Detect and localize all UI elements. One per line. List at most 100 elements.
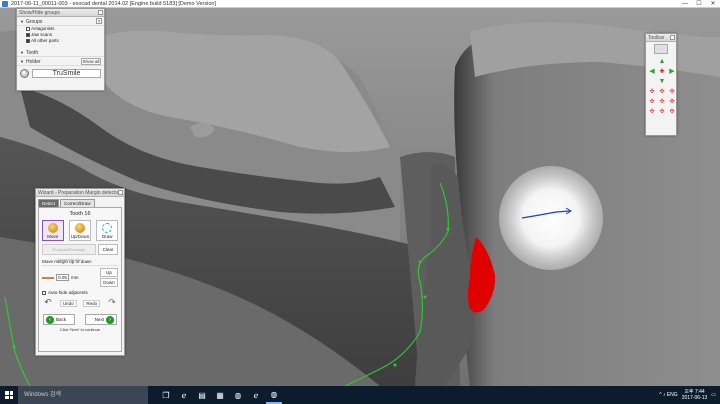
undo-arrow-icon[interactable]: ↶ — [43, 298, 53, 308]
panel-pin-icon[interactable] — [98, 10, 103, 15]
view-bottom-icon[interactable]: ✣ — [657, 106, 667, 116]
view-left-icon[interactable]: ✣ — [647, 96, 657, 106]
app-icon — [2, 0, 8, 7]
move-up-button[interactable]: Up — [100, 268, 118, 277]
checkbox-checked[interactable] — [26, 33, 30, 37]
holder-section-header[interactable]: ▼ Holder Show all — [17, 57, 104, 66]
view-top-icon[interactable]: ✣ — [657, 86, 667, 96]
windows-taskbar: Windows 검색 ❐ ℯ ▤ ▦ ◍ ℯ ◍ ^ ♪ ENG 오후 7:44… — [0, 386, 720, 404]
group-item-label: Antagonists — [31, 26, 55, 31]
next-arrow-icon: › — [106, 315, 114, 324]
search-placeholder: Windows 검색 — [24, 392, 62, 398]
groups-section-label: Groups — [25, 19, 43, 25]
help-button[interactable]: ? — [96, 18, 102, 24]
groups-panel-caption[interactable]: Show/Hide groups — [17, 9, 104, 17]
toolbar-title: Toolbar — [648, 35, 665, 41]
windows-logo-icon — [5, 391, 13, 399]
groups-section-header[interactable]: ▼ Groups ? — [17, 17, 104, 26]
window-title: 2017-06-11_00011-003 - exocad dental 201… — [11, 0, 216, 7]
edge-browser-icon[interactable]: ℯ — [176, 386, 192, 404]
redo-button[interactable]: Redo — [83, 299, 101, 307]
trusmile-row: TruSmile — [17, 66, 104, 80]
clock[interactable]: 오후 7:44 2017-06-13 — [682, 389, 708, 401]
draw-icon — [102, 223, 113, 233]
view-bottom-left-icon[interactable]: ✣ — [647, 106, 657, 116]
taskbar-search[interactable]: Windows 검색 — [18, 386, 148, 404]
minimize-button[interactable]: — — [678, 0, 692, 8]
collapse-triangle-icon: ▼ — [20, 59, 24, 64]
clock-date: 2017-06-13 — [681, 395, 708, 401]
auto-hide-label: Auto-hide adjacents — [48, 290, 88, 295]
arrow-down-icon[interactable]: ▼ — [657, 76, 667, 86]
trusmile-button[interactable]: TruSmile — [32, 68, 101, 78]
panel-pin-icon[interactable] — [670, 35, 675, 40]
tool-label: Move — [47, 234, 59, 239]
up-down-tool-button[interactable]: Up/Down — [68, 220, 91, 241]
tray-icons[interactable]: ^ ♪ ENG — [659, 392, 677, 398]
back-label: Back — [56, 317, 67, 322]
maximize-button[interactable]: ☐ — [692, 0, 706, 8]
view-toolbar-panel: Toolbar ▲ ◀ ✚ ▶ ▼ ✣ ✣ ✣ ✣ ✣ ✣ ✣ ✣ ✣ — [645, 33, 677, 136]
move-icon — [47, 223, 58, 233]
view-cube-icon[interactable] — [654, 44, 668, 54]
view-bottom-right-icon[interactable]: ✣ — [667, 106, 677, 116]
next-hint: Click 'Next' to continue — [59, 327, 101, 332]
system-tray: ^ ♪ ENG 오후 7:44 2017-06-13 ▭ — [659, 389, 720, 401]
store-icon[interactable]: ▦ — [212, 386, 228, 404]
undo-button[interactable]: Undo — [59, 299, 77, 307]
panel-pin-icon[interactable] — [118, 190, 123, 195]
close-button[interactable]: ✕ — [706, 0, 720, 8]
draw-tool-button[interactable]: Draw — [96, 220, 119, 241]
toolbar-caption[interactable]: Toolbar — [646, 34, 676, 42]
show-all-button[interactable]: Show all — [81, 58, 101, 65]
next-button[interactable]: Next › — [85, 314, 117, 325]
start-button[interactable] — [0, 386, 18, 404]
view-right-icon[interactable]: ✣ — [667, 96, 677, 106]
group-item-label: Jaw scans — [31, 32, 53, 37]
view-top-left-icon[interactable]: ✣ — [647, 86, 657, 96]
collapse-triangle-icon: ▼ — [20, 19, 24, 24]
collapse-triangle-icon: ▼ — [20, 50, 24, 55]
app-icon-1[interactable]: ◍ — [230, 386, 246, 404]
tab-correct-draw[interactable]: Correct/Draw — [60, 199, 95, 207]
clear-button[interactable]: Clear — [98, 244, 118, 255]
arrow-right-icon[interactable]: ▶ — [667, 66, 677, 76]
trusmile-logo-icon — [20, 68, 29, 78]
next-label: Next — [94, 317, 104, 322]
show-hide-groups-panel: Show/Hide groups ▼ Groups ? Antagonists J… — [16, 8, 105, 91]
auto-hide-adjacents-toggle[interactable]: Auto-hide adjacents — [42, 290, 118, 295]
move-tool-button[interactable]: Move — [41, 220, 64, 241]
exocad-taskbar-icon[interactable]: ◍ — [266, 386, 282, 404]
checkbox-checked[interactable] — [26, 39, 30, 43]
view-front-icon[interactable]: ✚ — [657, 66, 667, 76]
group-item-label: All other parts — [31, 38, 59, 43]
wizard-title: Wizard - Preparation Margin detection — [38, 190, 123, 196]
tool-label: Up/Down — [70, 234, 90, 239]
wizard-caption[interactable]: Wizard - Preparation Margin detection — [36, 189, 124, 197]
move-down-button[interactable]: Down — [100, 278, 118, 287]
checkbox[interactable] — [42, 290, 46, 295]
group-item-all-other-parts[interactable]: All other parts — [17, 38, 104, 44]
holder-section-label: Holder — [25, 59, 41, 65]
propose-redesign-button[interactable]: Propose/Redesign Automatically — [42, 244, 96, 262]
redo-arrow-icon[interactable]: ↷ — [107, 298, 117, 308]
arrow-up-icon[interactable]: ▲ — [657, 56, 667, 66]
move-amount-input[interactable]: 0.05 — [56, 274, 69, 281]
file-explorer-icon[interactable]: ▤ — [194, 386, 210, 404]
tooth-title: Tooth 16 — [69, 211, 91, 217]
arrow-left-icon[interactable]: ◀ — [647, 66, 657, 76]
notifications-icon[interactable]: ▭ — [711, 392, 716, 398]
checkbox[interactable] — [26, 27, 30, 31]
move-amount-slider[interactable] — [42, 276, 54, 279]
ie-browser-icon[interactable]: ℯ — [248, 386, 264, 404]
view-top-right-icon[interactable]: ✣ — [667, 86, 677, 96]
task-view-icon[interactable]: ❐ — [158, 386, 174, 404]
up-down-icon — [74, 223, 85, 233]
tab-detect[interactable]: Detect — [38, 199, 60, 207]
tooth-section-header[interactable]: ▼ Tooth — [17, 48, 104, 57]
tooth-section-label: Tooth — [25, 50, 39, 56]
window-title-bar: 2017-06-11_00011-003 - exocad dental 201… — [0, 0, 720, 8]
view-center-icon[interactable]: ✣ — [657, 96, 667, 106]
unit-label: mm — [71, 275, 79, 280]
back-button[interactable]: ‹ Back — [43, 314, 75, 325]
